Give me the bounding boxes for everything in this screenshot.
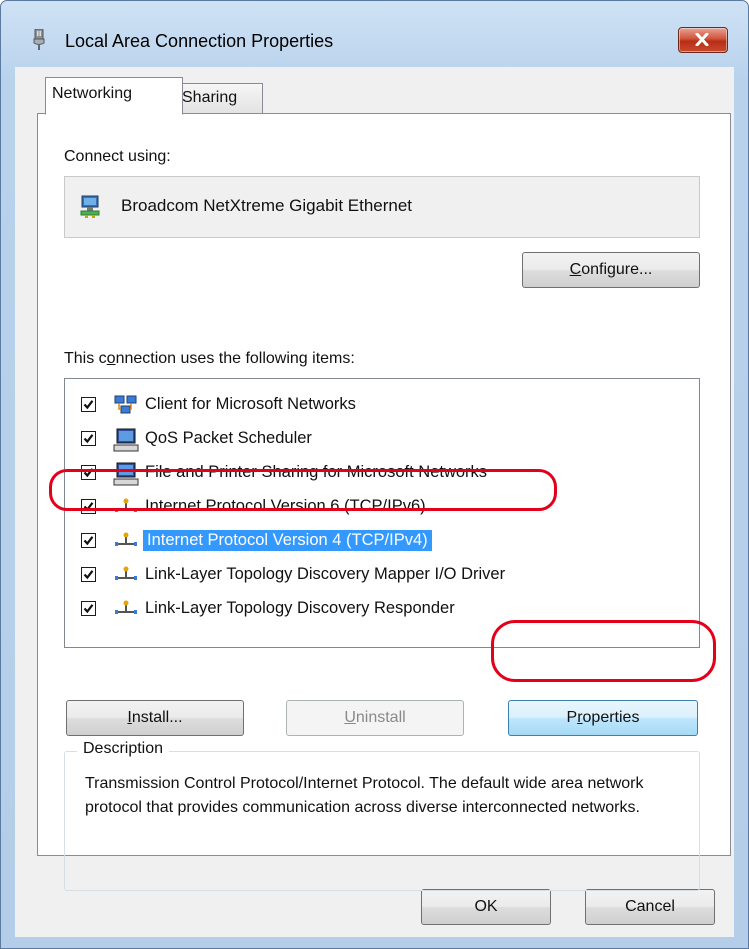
item-checkbox[interactable] (81, 465, 96, 480)
list-item-ipv6[interactable]: Internet Protocol Version 6 (TCP/IPv6) (65, 491, 695, 525)
properties-button-post: operties (582, 709, 640, 726)
list-item-lltd-responder[interactable]: Link-Layer Topology Discovery Responder (65, 593, 695, 627)
networking-panel: Connect using: Broadcom NetXtreme Gigabi… (37, 113, 731, 891)
service-computer-icon (113, 428, 139, 452)
item-label: File and Printer Sharing for Microsoft N… (145, 463, 488, 481)
connect-using-label: Connect using: (64, 148, 171, 165)
checkmark-icon (83, 536, 94, 546)
description-legend: Description (77, 740, 170, 758)
items-label-mnemonic: o (106, 350, 116, 367)
adapter-field: Broadcom NetXtreme Gigabit Ethernet (64, 176, 700, 238)
close-button[interactable] (678, 27, 728, 53)
description-group: Description Transmission Control Protoco… (64, 740, 700, 891)
configure-button[interactable]: Configure... (522, 252, 700, 288)
service-computer-icon (113, 462, 139, 486)
protocol-icon (115, 532, 137, 546)
properties-button[interactable]: Properties (508, 700, 698, 736)
client-network-icon (114, 395, 137, 414)
item-label: Internet Protocol Version 6 (TCP/IPv6) (145, 497, 426, 515)
description-text: Transmission Control Protocol/Internet P… (85, 775, 644, 816)
title-bar[interactable]: Local Area Connection Properties (1, 1, 748, 67)
checkmark-icon (83, 604, 94, 614)
item-label: Internet Protocol Version 4 (TCP/IPv4) (143, 530, 432, 551)
checkmark-icon (83, 570, 94, 580)
checkmark-icon (83, 434, 94, 444)
ok-button[interactable]: OK (421, 889, 551, 925)
window-title: Local Area Connection Properties (65, 31, 334, 51)
items-label: This connection uses the following items… (64, 350, 355, 368)
item-label: QoS Packet Scheduler (145, 429, 312, 447)
item-checkbox[interactable] (81, 431, 96, 446)
checkmark-icon (83, 400, 94, 410)
tab-networking[interactable]: Networking (45, 77, 183, 115)
network-connection-icon (33, 29, 45, 50)
cancel-button[interactable]: Cancel (585, 889, 715, 925)
list-item-ipv4[interactable]: Internet Protocol Version 4 (TCP/IPv4) (65, 525, 695, 559)
install-button-post: nstall... (131, 709, 183, 726)
item-checkbox[interactable] (81, 499, 96, 514)
protocol-icon (115, 498, 137, 512)
tab-sharing[interactable]: Sharing (175, 83, 263, 113)
tab-networking-label: Networking (52, 85, 133, 102)
item-checkbox[interactable] (81, 567, 96, 582)
configure-button-post: onfigure... (581, 261, 653, 278)
protocol-icon (115, 566, 137, 580)
configure-button-mnemonic: C (569, 261, 582, 278)
item-label: Link-Layer Topology Discovery Mapper I/O… (145, 565, 506, 583)
uninstall-button-post: ninstall (355, 709, 406, 726)
checkmark-icon (83, 468, 94, 478)
item-label: Client for Microsoft Networks (145, 395, 356, 413)
list-item-qos-scheduler[interactable]: QoS Packet Scheduler (65, 423, 695, 457)
item-label: Link-Layer Topology Discovery Responder (145, 599, 455, 617)
item-checkbox[interactable] (81, 533, 96, 548)
properties-dialog: Local Area Connection Properties Network… (0, 0, 749, 949)
items-label-pre: This c (64, 350, 107, 367)
properties-button-pre: P (566, 709, 578, 726)
list-item-file-printer-sharing[interactable]: File and Printer Sharing for Microsoft N… (65, 457, 695, 491)
dialog-client-area: Networking Sharing Connect using: Broadc… (15, 67, 734, 937)
item-checkbox[interactable] (81, 397, 96, 412)
protocol-icon (115, 600, 137, 614)
list-item-lltd-mapper[interactable]: Link-Layer Topology Discovery Mapper I/O… (65, 559, 695, 593)
checkmark-icon (83, 502, 94, 512)
install-button[interactable]: Install... (66, 700, 244, 736)
item-checkbox[interactable] (81, 601, 96, 616)
close-icon (695, 33, 709, 46)
items-label-post: nnection uses the following items: (115, 350, 355, 367)
network-adapter-icon (80, 195, 100, 218)
uninstall-button[interactable]: Uninstall (286, 700, 464, 736)
tab-sharing-label: Sharing (182, 89, 238, 106)
list-item-client-ms-networks[interactable]: Client for Microsoft Networks (65, 389, 695, 423)
components-list[interactable]: Client for Microsoft Networks QoS Packet… (64, 378, 700, 648)
uninstall-button-mnemonic: U (344, 709, 356, 726)
adapter-name: Broadcom NetXtreme Gigabit Ethernet (121, 196, 413, 215)
